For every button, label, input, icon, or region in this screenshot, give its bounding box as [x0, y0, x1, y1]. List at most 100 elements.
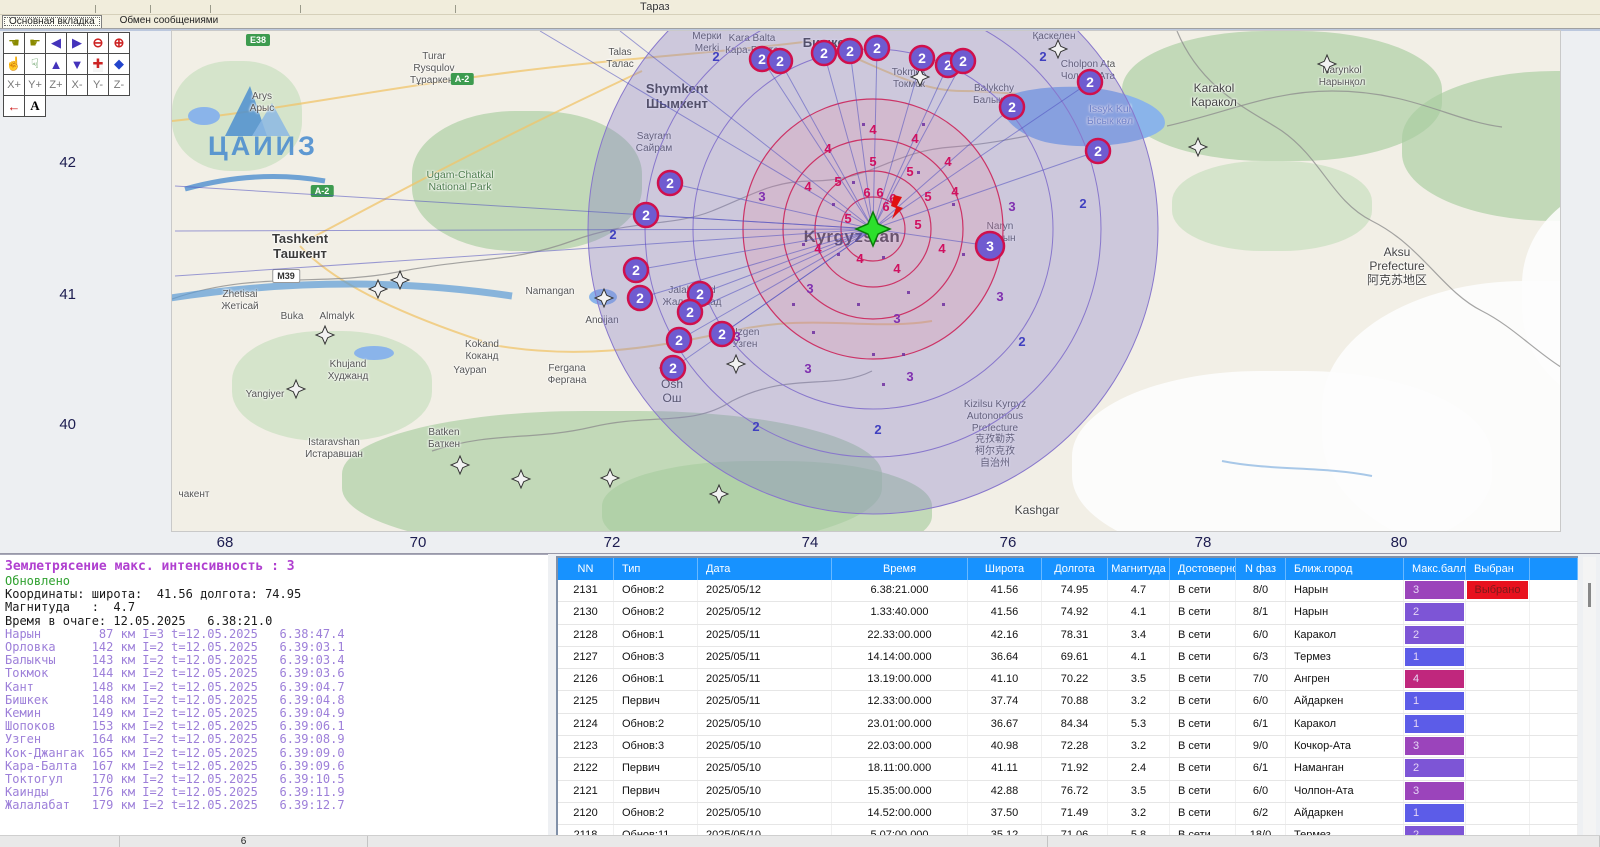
x-plus-button[interactable]: X+ [3, 74, 25, 96]
x-minus-button[interactable]: X- [66, 74, 88, 96]
book-icon[interactable]: ◆ [108, 53, 130, 75]
table-cell: Обнов:2 [614, 602, 698, 623]
table-cell: 3.5 [1108, 669, 1170, 690]
column-header[interactable]: Дата [698, 558, 832, 580]
table-cell: Кочкор-Ата [1286, 736, 1404, 757]
intensity-marker[interactable]: 2 [634, 203, 658, 227]
table-cell: 4.1 [1108, 602, 1170, 623]
column-header[interactable]: Магнитуда [1108, 558, 1170, 580]
intensity-marker[interactable]: 2 [865, 36, 889, 60]
intensity-marker[interactable]: 2 [667, 328, 691, 352]
column-header[interactable]: Достоверно [1170, 558, 1236, 580]
intensity-marker[interactable]: 2 [678, 300, 702, 324]
hand-point-down-icon[interactable]: ☟ [24, 53, 46, 75]
table-cell: 71.49 [1042, 803, 1108, 824]
column-header[interactable]: Широта [968, 558, 1042, 580]
scrollbar-thumb[interactable] [1588, 583, 1591, 607]
intensity-marker[interactable]: 2 [661, 356, 685, 380]
status-panel: 6 [120, 836, 368, 847]
table-cell: Обнов:11 [614, 825, 698, 835]
intensity-number: 5 [914, 217, 921, 232]
table-cell: 2128 [558, 625, 614, 646]
cell-filler [1530, 691, 1578, 712]
intensity-marker[interactable]: 2 [710, 322, 734, 346]
column-header[interactable]: Долгота [1042, 558, 1108, 580]
city-arrival-line: Жалалабат 179 км I=2 t=12.05.2025 6.39:1… [5, 799, 548, 812]
z-plus-button[interactable]: Z+ [45, 74, 67, 96]
column-header[interactable]: Макс.балл [1404, 558, 1466, 580]
y-minus-button[interactable]: Y- [87, 74, 109, 96]
table-row[interactable]: 2118Обнов:112025/05/105.07:00.00035.1271… [558, 825, 1578, 835]
table-cell: 12.33:00.000 [832, 691, 968, 712]
intensity-marker[interactable]: 2 [1086, 139, 1110, 163]
intensity-marker[interactable]: 3 [976, 232, 1004, 260]
events-table[interactable]: NNТипДатаВремяШиротаДолготаМагнитудаДост… [556, 556, 1578, 835]
y-plus-button[interactable]: Y+ [24, 74, 46, 96]
table-row[interactable]: 2127Обнов:32025/05/1114.14:00.00036.6469… [558, 647, 1578, 669]
table-cell: 6/0 [1236, 625, 1286, 646]
map-canvas[interactable]: ЦАИИЗTashkentТашкентArysАрысShymkentШымк… [172, 31, 1560, 531]
column-header[interactable]: Выбран [1466, 558, 1530, 580]
hand-point-right-icon[interactable]: ☛ [24, 32, 46, 54]
intensity-marker[interactable]: 2 [812, 41, 836, 65]
table-row[interactable]: 2121Первич2025/05/1015.35:00.00042.8876.… [558, 781, 1578, 803]
tab-messages[interactable]: Обмен сообщениями [114, 15, 225, 27]
report-dot [862, 123, 865, 126]
max-intensity-cell: 1 [1404, 691, 1466, 712]
intensity-marker[interactable]: 2 [768, 49, 792, 73]
table-row[interactable]: 2120Обнов:22025/05/1014.52:00.00037.5071… [558, 803, 1578, 825]
intensity-badge: 2 [1405, 626, 1464, 644]
cell-filler [1530, 669, 1578, 690]
zoom-in-icon[interactable]: ⊕ [108, 32, 130, 54]
hand-point-up-icon[interactable]: ☝ [3, 53, 25, 75]
letter-a-button[interactable]: A [24, 95, 46, 117]
intensity-marker[interactable]: 2 [624, 258, 648, 282]
intensity-marker[interactable]: 2 [628, 286, 652, 310]
back-arrow-button[interactable]: ← [3, 95, 25, 117]
zoom-out-icon[interactable]: ⊖ [87, 32, 109, 54]
table-row[interactable]: 2130Обнов:22025/05/121.33:40.00041.5674.… [558, 602, 1578, 624]
z-minus-button[interactable]: Z- [108, 74, 130, 96]
intensity-marker[interactable]: 2 [1000, 95, 1024, 119]
intensity-marker[interactable]: 2 [951, 49, 975, 73]
table-cell: 2025/05/10 [698, 736, 832, 757]
column-header[interactable]: N фаз [1236, 558, 1286, 580]
table-scrollbar[interactable] [1583, 557, 1596, 835]
selected-cell [1466, 825, 1530, 835]
arrow-down-icon[interactable]: ▼ [66, 53, 88, 75]
cell-filler [1530, 781, 1578, 802]
table-cell: 36.64 [968, 647, 1042, 668]
table-row[interactable]: 2123Обнов:32025/05/1022.03:00.00040.9872… [558, 736, 1578, 758]
cell-filler [1530, 647, 1578, 668]
tab-main[interactable]: Основная вкладка [2, 15, 102, 28]
table-row[interactable]: 2128Обнов:12025/05/1122.33:00.00042.1678… [558, 625, 1578, 647]
column-header[interactable]: NN [558, 558, 614, 580]
column-header[interactable]: Время [832, 558, 968, 580]
column-header[interactable]: Ближ.город [1286, 558, 1404, 580]
intensity-badge: 2 [1405, 826, 1464, 835]
ambulance-icon[interactable]: ✚ [87, 53, 109, 75]
hand-point-left-icon[interactable]: ☚ [3, 32, 25, 54]
table-cell: Нарын [1286, 580, 1404, 601]
table-row[interactable]: 2126Обнов:12025/05/1113.19:00.00041.1070… [558, 669, 1578, 691]
arrow-right-icon[interactable]: ▶ [66, 32, 88, 54]
table-cell: В сети [1170, 781, 1236, 802]
arrow-left-icon[interactable]: ◀ [45, 32, 67, 54]
intensity-marker[interactable]: 2 [838, 39, 862, 63]
table-row[interactable]: 2124Обнов:22025/05/1023.01:00.00036.6784… [558, 714, 1578, 736]
intensity-number: 2 [874, 422, 881, 437]
column-header[interactable]: Тип [614, 558, 698, 580]
table-cell: 15.35:00.000 [832, 781, 968, 802]
intensity-marker[interactable]: 2 [1078, 70, 1102, 94]
table-row[interactable]: 2122Первич2025/05/1018.11:00.00041.1171.… [558, 758, 1578, 780]
arrow-up-icon[interactable]: ▲ [45, 53, 67, 75]
table-cell: 2025/05/10 [698, 714, 832, 735]
intensity-marker[interactable]: 2 [658, 171, 682, 195]
intensity-marker[interactable]: 2 [910, 46, 934, 70]
table-row[interactable]: 2125Первич2025/05/1112.33:00.00037.7470.… [558, 691, 1578, 713]
table-cell: В сети [1170, 625, 1236, 646]
table-row[interactable]: 2131Обнов:22025/05/126.38:21.00041.5674.… [558, 580, 1578, 602]
strip-mark [150, 5, 151, 13]
intensity-badge: 1 [1405, 648, 1464, 666]
table-cell: 2025/05/10 [698, 781, 832, 802]
